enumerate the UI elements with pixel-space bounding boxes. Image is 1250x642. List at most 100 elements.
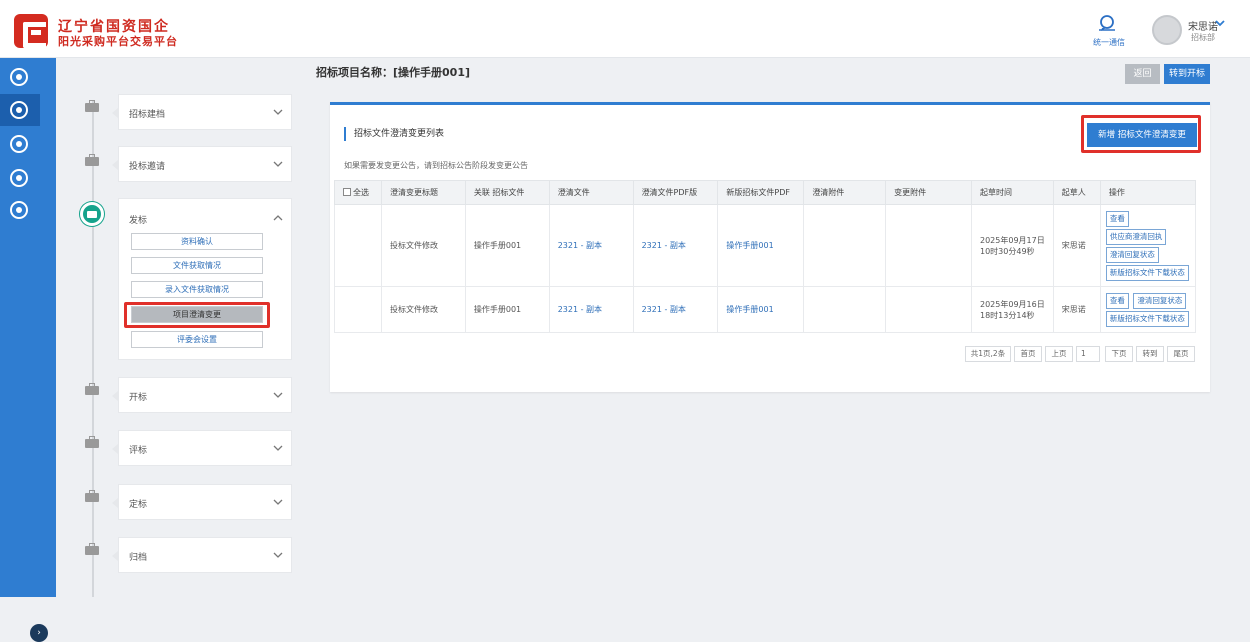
- row-clar-file-link[interactable]: 2321 - 副本: [548, 204, 634, 287]
- user-dept: 招标部: [1191, 33, 1215, 42]
- briefcase-icon: [84, 100, 100, 112]
- user-icon[interactable]: [10, 135, 28, 153]
- row-author: 宋思诺: [1052, 204, 1101, 287]
- step-label: 归档: [129, 553, 148, 563]
- reply-status-button[interactable]: 澄清回复状态: [1133, 292, 1187, 309]
- chevron-down-icon: [273, 392, 283, 398]
- sub-doc-retrieval[interactable]: 文件获取情况: [131, 257, 263, 274]
- row-title: 投标文件修改: [381, 204, 466, 287]
- step-label: 定标: [129, 500, 148, 510]
- step-evaluate[interactable]: 评标: [112, 430, 292, 466]
- pager-goto[interactable]: 转到: [1136, 346, 1164, 362]
- chevron-down-icon: [273, 445, 283, 451]
- row-clar-pdf-link[interactable]: 2321 - 副本: [632, 286, 719, 333]
- sub-data-confirm[interactable]: 资料确认: [131, 233, 263, 250]
- row-ops: 查看 供应商澄清回执 澄清回复状态 新版招标文件下载状态: [1099, 204, 1197, 287]
- step-bid-filing[interactable]: 招标建档: [112, 94, 292, 130]
- download-status-button[interactable]: 新版招标文件下载状态: [1105, 264, 1189, 281]
- column-header: 新版招标文件PDF: [717, 180, 805, 205]
- home-icon[interactable]: [10, 68, 28, 86]
- step-label: 发标: [129, 216, 148, 226]
- chevron-up-icon[interactable]: [273, 213, 283, 223]
- brand-subtitle: 阳光采购平台交易平台: [58, 35, 178, 48]
- download-status-button[interactable]: 新版招标文件下载状态: [1105, 310, 1189, 327]
- column-header: 澄清文件PDF版: [632, 180, 719, 205]
- pager-next[interactable]: 下页: [1105, 346, 1133, 362]
- column-header: 起草人: [1052, 180, 1101, 205]
- row-clar-attachment: [803, 286, 887, 333]
- top-bar: 辽宁省国资国企 阳光采购平台交易平台 统一通信 宋思诺 招标部: [0, 0, 1250, 58]
- row-doc: 操作手册001: [464, 204, 550, 287]
- section-title: 招标文件澄清变更列表: [344, 127, 444, 141]
- step-label: 评标: [129, 446, 148, 456]
- step-invitation[interactable]: 投标邀请: [112, 146, 292, 182]
- step-label: 开标: [129, 393, 148, 403]
- reply-status-button[interactable]: 澄清回复状态: [1105, 246, 1159, 263]
- row-change-attachment: [885, 286, 972, 333]
- table-row: 投标文件修改 操作手册001 2321 - 副本 2321 - 副本 操作手册0…: [333, 286, 1197, 333]
- pager-prev[interactable]: 上页: [1045, 346, 1073, 362]
- table-header: 全选 澄清变更标题 关联 招标文件 澄清文件 澄清文件PDF版 新版招标文件PD…: [333, 180, 1197, 205]
- row-ops: 查看 澄清回复状态 新版招标文件下载状态: [1099, 286, 1197, 333]
- pager-page-input[interactable]: 1: [1076, 346, 1100, 362]
- chevron-down-icon: [273, 161, 283, 167]
- step-label: 投标邀请: [129, 162, 166, 172]
- user-name[interactable]: 宋思诺: [1188, 18, 1218, 33]
- step-label: 招标建档: [129, 110, 166, 120]
- column-header: 澄清文件: [548, 180, 634, 205]
- back-button[interactable]: 返回: [1125, 64, 1160, 84]
- row-select-cell: [333, 204, 383, 287]
- highlight-box: [1081, 115, 1201, 153]
- briefcase-icon: [84, 543, 100, 555]
- logo-icon: [14, 14, 48, 48]
- expand-nav-button[interactable]: ›: [30, 624, 48, 642]
- column-header: 起草时间: [971, 180, 1054, 205]
- step-open-bid[interactable]: 开标: [112, 377, 292, 413]
- step-award[interactable]: 定标: [112, 484, 292, 520]
- row-author: 宋思诺: [1052, 286, 1101, 333]
- row-doc: 操作手册001: [464, 286, 550, 333]
- column-header: 澄清附件: [803, 180, 887, 205]
- settings-icon[interactable]: [10, 169, 28, 187]
- chevron-down-icon: [273, 109, 283, 115]
- row-new-pdf-link[interactable]: 操作手册001: [717, 204, 805, 287]
- info-icon[interactable]: [10, 201, 28, 219]
- message-icon[interactable]: [1098, 15, 1116, 31]
- step-archive[interactable]: 归档: [112, 537, 292, 573]
- pager-first[interactable]: 首页: [1014, 346, 1042, 362]
- message-label[interactable]: 统一通信: [1093, 37, 1125, 48]
- row-new-pdf-link[interactable]: 操作手册001: [717, 286, 805, 333]
- row-clar-pdf-link[interactable]: 2321 - 副本: [632, 204, 719, 287]
- timeline-line: [92, 100, 94, 597]
- view-button[interactable]: 查看: [1105, 210, 1129, 227]
- chevron-down-icon: [273, 552, 283, 558]
- sub-enter-retrieval[interactable]: 录入文件获取情况: [131, 281, 263, 298]
- pager-last[interactable]: 尾页: [1167, 346, 1195, 362]
- supplier-receipt-button[interactable]: 供应商澄清回执: [1105, 228, 1167, 245]
- sub-committee-setup[interactable]: 评委会设置: [131, 331, 263, 348]
- column-header: 澄清变更标题: [381, 180, 466, 205]
- notice-text: 如果需要发变更公告，请到招标公告阶段发变更公告: [344, 161, 528, 170]
- highlight-box: [124, 302, 270, 328]
- view-button[interactable]: 查看: [1105, 292, 1129, 309]
- step-issue-bid: 发标 资料确认 文件获取情况 录入文件获取情况 项目澄清变更 评委会设置: [118, 198, 292, 360]
- briefcase-icon: [84, 383, 100, 395]
- row-title: 投标文件修改: [381, 286, 466, 333]
- checkbox[interactable]: [343, 188, 351, 196]
- chevron-down-icon: [273, 499, 283, 505]
- avatar[interactable]: [1152, 15, 1182, 45]
- clarification-table: 全选 澄清变更标题 关联 招标文件 澄清文件 澄清文件PDF版 新版招标文件PD…: [333, 180, 1197, 333]
- row-time: 2025年09月16日 18时13分14秒: [971, 286, 1054, 333]
- row-select-cell: [333, 286, 383, 333]
- select-all-header[interactable]: 全选: [333, 180, 383, 205]
- briefcase-icon: [84, 490, 100, 502]
- goto-open-bid-button[interactable]: 转到开标: [1164, 64, 1210, 84]
- page-title: 招标项目名称：[操作手册001]: [316, 66, 471, 79]
- row-clar-attachment: [803, 204, 887, 287]
- chevron-down-icon[interactable]: [1215, 18, 1225, 28]
- project-icon[interactable]: [10, 101, 28, 119]
- column-header: 关联 招标文件: [464, 180, 550, 205]
- briefcase-icon: [84, 436, 100, 448]
- left-nav: ›: [0, 58, 56, 642]
- row-clar-file-link[interactable]: 2321 - 副本: [548, 286, 634, 333]
